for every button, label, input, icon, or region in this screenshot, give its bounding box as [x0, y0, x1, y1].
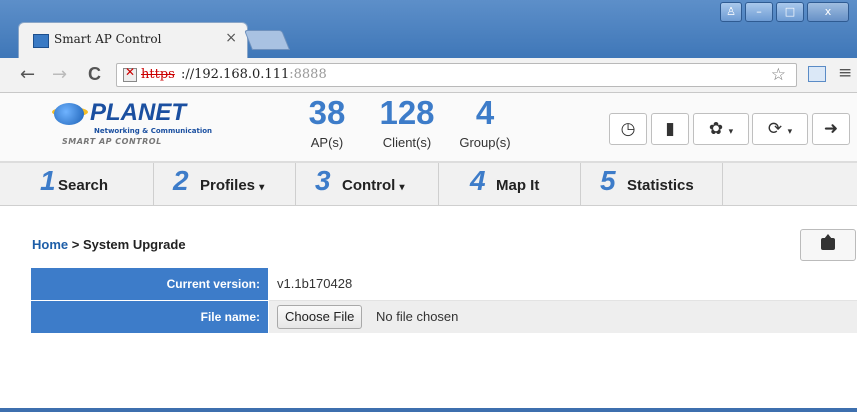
current-version-label: Current version:: [31, 268, 268, 300]
tab-close-icon[interactable]: ×: [225, 30, 237, 46]
stat-groups-value: 4: [475, 94, 495, 131]
close-window-button[interactable]: x: [807, 2, 849, 22]
tab-favicon-icon: [33, 34, 49, 48]
settings-dropdown-button[interactable]: ✿ ▾: [693, 113, 749, 145]
nav-profiles[interactable]: 2 Profiles ▾: [153, 163, 296, 205]
chart-button[interactable]: ▮: [651, 113, 689, 145]
stat-aps-value: 38: [308, 94, 346, 131]
stat-groups-label: Group(s): [459, 135, 511, 150]
maximize-button[interactable]: □: [776, 2, 804, 22]
logout-button[interactable]: ➜: [812, 113, 850, 145]
nav-profiles-text: Profiles: [200, 177, 256, 194]
upload-icon: [821, 234, 835, 250]
chevron-down-icon: ▾: [399, 182, 405, 193]
nav-search[interactable]: 1 Search: [0, 163, 154, 205]
browser-menu-icon[interactable]: ≡: [838, 63, 852, 83]
main-nav: 1 Search 2 Profiles ▾ 3 Control ▾ 4 Map …: [0, 162, 857, 206]
stat-groups[interactable]: 4 Group(s): [452, 94, 518, 151]
stat-clients-value: 128: [379, 94, 435, 131]
breadcrumb-home-link[interactable]: Home: [32, 237, 68, 252]
certificate-error-icon: ✕: [125, 65, 136, 79]
browser-title-bar: Smart AP Control × ♙ – □ x: [0, 0, 857, 59]
nav-control-label: Control ▾: [342, 177, 405, 194]
dashboard-button[interactable]: ◷: [609, 113, 647, 145]
logo-subtitle: Networking & Communication: [94, 127, 213, 135]
stat-clients-label: Client(s): [382, 135, 432, 150]
bar-chart-icon: ▮: [665, 119, 675, 139]
current-version-value: v1.1b170428: [277, 276, 353, 291]
nav-statistics[interactable]: 5 Statistics: [580, 163, 723, 205]
new-tab-button[interactable]: [243, 30, 291, 50]
refresh-dropdown-button[interactable]: ⟳ ▾: [752, 113, 808, 145]
app-header: PLANET Networking & Communication SMART …: [0, 93, 857, 162]
forward-arrow-icon[interactable]: →: [52, 64, 67, 85]
gear-icon: ✿: [708, 119, 724, 139]
current-version-label-text: Current version:: [166, 277, 260, 291]
address-bar[interactable]: ✕ https ://192.168.0.111:8888 ☆: [116, 63, 797, 87]
file-name-label: File name:: [31, 301, 268, 333]
nav-control-number: 3: [315, 165, 331, 196]
breadcrumb: Home > System Upgrade: [32, 237, 186, 252]
chevron-down-icon: ▾: [728, 127, 734, 137]
tab-title: Smart AP Control: [54, 32, 162, 46]
planet-logo-icon: [54, 103, 84, 125]
browser-toolbar: ← → C ✕ https ://192.168.0.111:8888 ☆ ≡: [0, 58, 857, 93]
nav-map-it-number: 4: [470, 165, 486, 196]
url-port: :8888: [289, 67, 327, 82]
logo-tagline: SMART AP CONTROL: [62, 137, 162, 146]
nav-profiles-number: 2: [173, 165, 189, 196]
nav-search-number: 1: [40, 165, 56, 196]
chevron-down-icon: ▾: [787, 127, 793, 137]
extension-icon[interactable]: [808, 66, 826, 82]
breadcrumb-separator: >: [68, 237, 83, 252]
current-version-row: Current version: v1.1b170428: [31, 268, 857, 301]
file-name-row: File name: Choose File No file chosen: [31, 301, 857, 333]
nav-profiles-label: Profiles ▾: [200, 177, 264, 194]
url-scheme: https: [141, 67, 175, 82]
choose-file-button[interactable]: Choose File: [277, 305, 363, 329]
window-controls: ♙ – □ x: [720, 2, 849, 22]
file-name-label-text: File name:: [200, 310, 260, 324]
speedometer-icon: ◷: [620, 119, 636, 139]
user-profile-icon[interactable]: ♙: [720, 2, 742, 22]
refresh-icon: ⟳: [767, 119, 783, 139]
logo-text: PLANET: [90, 99, 186, 126]
nav-search-label: Search: [58, 177, 109, 194]
nav-map-it[interactable]: 4 Map It: [438, 163, 581, 205]
chevron-down-icon: ▾: [259, 182, 265, 193]
sign-out-icon: ➜: [823, 119, 839, 139]
minimize-button[interactable]: –: [745, 2, 773, 22]
back-arrow-icon[interactable]: ←: [20, 64, 35, 85]
nav-statistics-label: Statistics: [627, 177, 694, 194]
breadcrumb-current: System Upgrade: [82, 237, 186, 252]
reload-icon[interactable]: C: [88, 64, 101, 85]
stat-aps-label: AP(s): [310, 135, 344, 150]
file-input-cell: Choose File No file chosen: [269, 301, 857, 333]
nav-control[interactable]: 3 Control ▾: [295, 163, 439, 205]
window-bottom-border: [0, 408, 857, 412]
upload-button[interactable]: [800, 229, 856, 261]
stat-clients[interactable]: 128 Client(s): [368, 94, 446, 151]
current-version-cell: v1.1b170428: [269, 268, 857, 301]
nav-statistics-number: 5: [600, 165, 616, 196]
bookmark-star-icon[interactable]: ☆: [771, 65, 786, 85]
file-status-text: No file chosen: [376, 309, 459, 324]
url-host: ://192.168.0.111: [181, 67, 290, 82]
browser-tab[interactable]: Smart AP Control ×: [18, 22, 248, 59]
nav-control-text: Control: [342, 177, 396, 194]
url-text: ://192.168.0.111:8888: [181, 67, 327, 82]
nav-map-it-label: Map It: [496, 177, 540, 194]
stat-aps[interactable]: 38 AP(s): [296, 94, 358, 151]
